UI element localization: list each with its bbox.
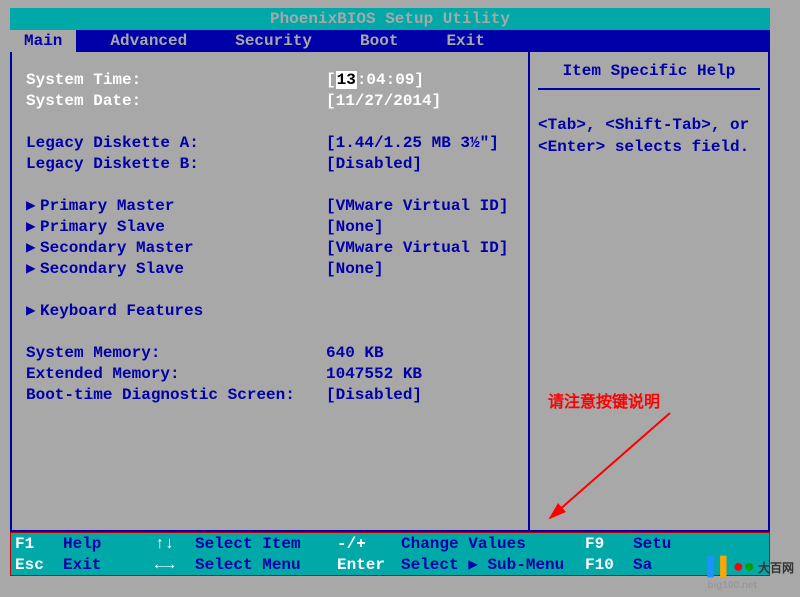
f9-action: Setu [633,534,671,555]
row-secondary-master[interactable]: ▶Secondary Master [VMware Virtual ID] [26,238,516,259]
boot-diag-value[interactable]: [Disabled] [326,385,422,406]
select-item-label: Select Item [195,534,337,555]
esc-key: Esc [15,555,63,576]
boot-diag-label: Boot-time Diagnostic Screen: [26,385,326,406]
menu-exit[interactable]: Exit [432,30,498,52]
submenu-icon: ▶ [26,196,40,217]
footer-help-bar: F1 Help ↑↓ Select Item -/+ Change Values… [10,532,770,576]
leftright-icon: ←→ [155,555,195,576]
f9-key: F9 [585,534,633,555]
primary-slave-value[interactable]: [None] [326,217,384,238]
submenu-icon: ▶ [26,301,40,322]
menu-boot[interactable]: Boot [346,30,412,52]
system-memory-label: System Memory: [26,343,326,364]
row-system-memory: System Memory: 640 KB [26,343,516,364]
select-menu-label: Select Menu [195,555,337,576]
legacy-b-label: Legacy Diskette B: [26,154,326,175]
extended-memory-label: Extended Memory: [26,364,326,385]
updown-icon: ↑↓ [155,534,195,555]
row-extended-memory: Extended Memory: 1047552 KB [26,364,516,385]
menu-bar: Main Advanced Security Boot Exit [10,30,770,52]
secondary-slave-label: ▶Secondary Slave [26,259,326,280]
primary-master-label: ▶Primary Master [26,196,326,217]
submenu-icon: ▶ [26,259,40,280]
select-submenu-label: Select ▶ Sub-Menu [401,555,585,576]
title-bar: PhoenixBIOS Setup Utility [10,8,770,30]
row-secondary-slave[interactable]: ▶Secondary Slave [None] [26,259,516,280]
secondary-slave-value[interactable]: [None] [326,259,384,280]
row-system-time[interactable]: System Time: [13:04:09] [26,70,516,91]
system-memory-value: 640 KB [326,343,384,364]
row-legacy-a[interactable]: Legacy Diskette A: [1.44/1.25 MB 3½"] [26,133,516,154]
body-area: System Time: [13:04:09] System Date: [11… [10,52,770,532]
row-boot-diag[interactable]: Boot-time Diagnostic Screen: [Disabled] [26,385,516,406]
esc-action: Exit [63,555,155,576]
system-date-label: System Date: [26,91,326,112]
row-keyboard-features[interactable]: ▶Keyboard Features [26,301,516,322]
plusminus-key: -/+ [337,534,401,555]
help-panel: Item Specific Help <Tab>, <Shift-Tab>, o… [528,52,768,530]
legacy-a-value[interactable]: [1.44/1.25 MB 3½"] [326,133,499,154]
legacy-a-label: Legacy Diskette A: [26,133,326,154]
menu-main[interactable]: Main [10,30,76,52]
keyboard-features-label: ▶Keyboard Features [26,301,326,322]
submenu-icon: ▶ [26,238,40,259]
secondary-master-label: ▶Secondary Master [26,238,326,259]
menu-advanced[interactable]: Advanced [96,30,201,52]
primary-master-value[interactable]: [VMware Virtual ID] [326,196,508,217]
system-time-value[interactable]: [13:04:09] [326,70,424,91]
help-title: Item Specific Help [538,62,760,90]
primary-slave-label: ▶Primary Slave [26,217,326,238]
row-primary-master[interactable]: ▶Primary Master [VMware Virtual ID] [26,196,516,217]
secondary-master-value[interactable]: [VMware Virtual ID] [326,238,508,259]
extended-memory-value: 1047552 KB [326,364,422,385]
enter-key: Enter [337,555,401,576]
row-system-date[interactable]: System Date: [11/27/2014] [26,91,516,112]
f1-action: Help [63,534,155,555]
main-panel: System Time: [13:04:09] System Date: [11… [12,52,528,530]
f10-action: Sa [633,555,652,576]
f1-key: F1 [15,534,63,555]
system-date-value[interactable]: [11/27/2014] [326,91,441,112]
row-primary-slave[interactable]: ▶Primary Slave [None] [26,217,516,238]
bios-window: PhoenixBIOS Setup Utility Main Advanced … [10,8,770,578]
menu-security[interactable]: Security [221,30,326,52]
legacy-b-value[interactable]: [Disabled] [326,154,422,175]
help-text: <Tab>, <Shift-Tab>, or <Enter> selects f… [538,114,760,158]
row-legacy-b[interactable]: Legacy Diskette B: [Disabled] [26,154,516,175]
system-time-label: System Time: [26,70,326,91]
change-values-label: Change Values [401,534,585,555]
f10-key: F10 [585,555,633,576]
submenu-icon: ▶ [26,217,40,238]
